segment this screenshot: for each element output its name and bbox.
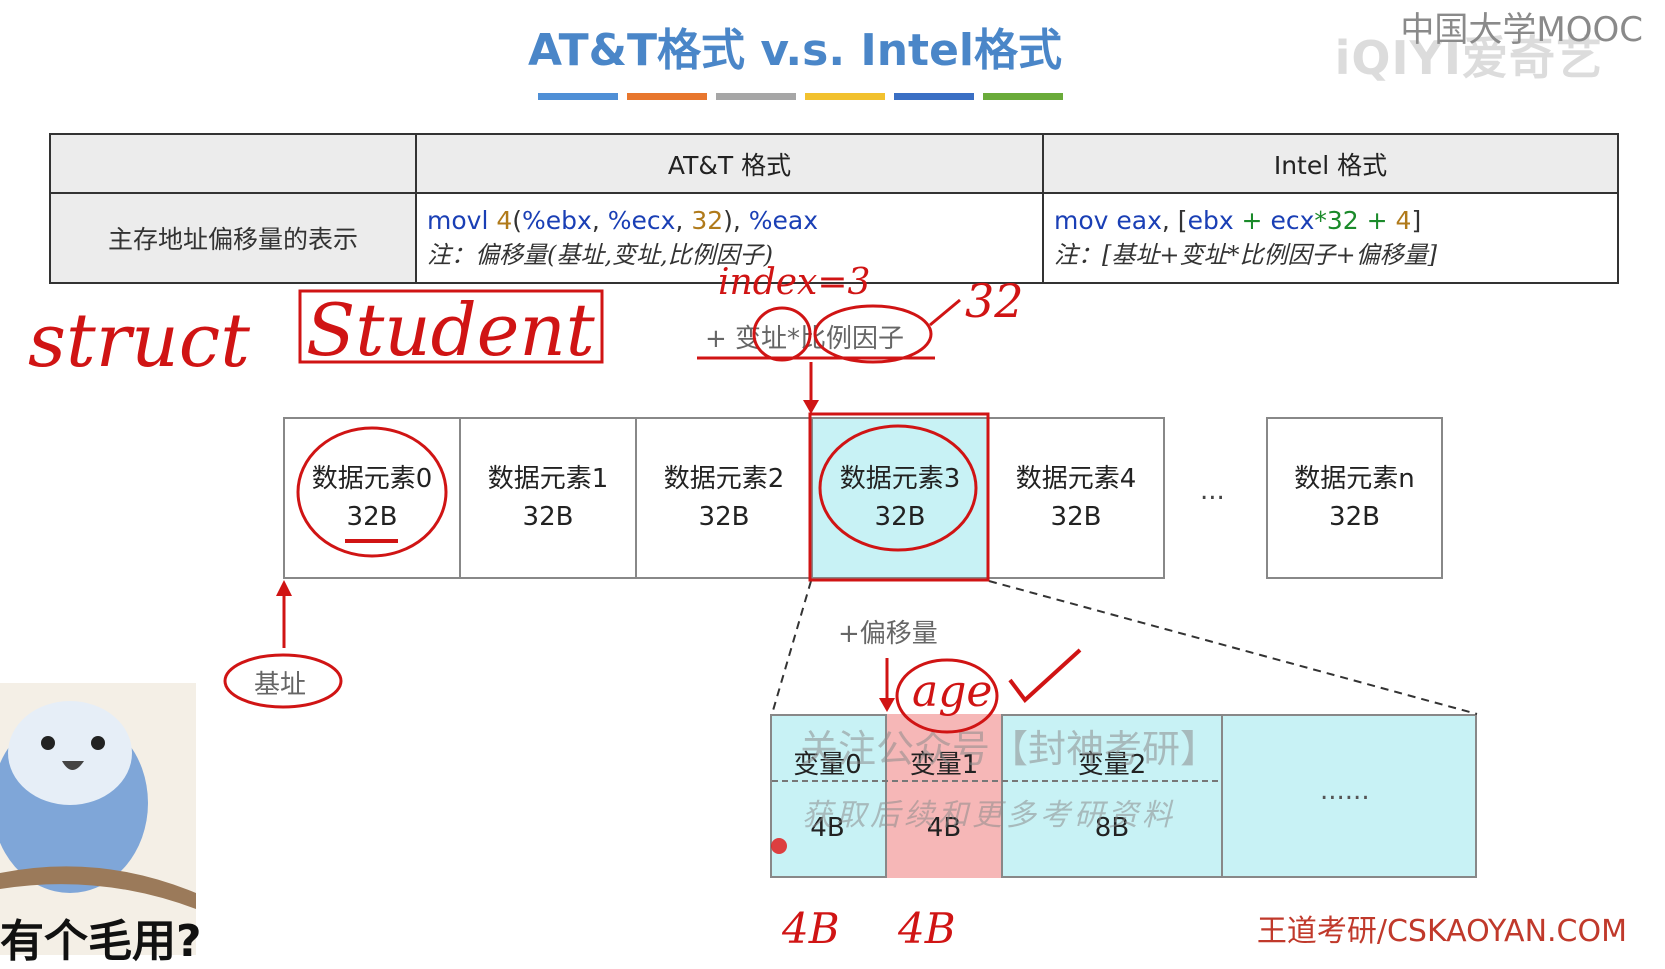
footer-brand: 王道考研/CSKAOYAN.COM bbox=[1256, 914, 1627, 949]
base-arrow-head bbox=[276, 580, 292, 596]
circle-scale bbox=[813, 304, 933, 364]
hand-student: Student bbox=[306, 288, 595, 372]
zoom-line-left bbox=[771, 580, 812, 715]
hand-size-var0: 4B bbox=[782, 904, 840, 953]
annotation-layer bbox=[223, 289, 1478, 854]
hand-index: index=3 bbox=[718, 262, 871, 303]
circle-element3 bbox=[818, 424, 978, 552]
offset-arrow-head bbox=[879, 698, 895, 712]
hand-scale: 32 bbox=[965, 274, 1024, 328]
circle-index bbox=[752, 306, 812, 362]
hand-struct: struct bbox=[28, 298, 250, 384]
element3-highlight bbox=[808, 412, 990, 582]
hand-size-var1: 4B bbox=[898, 904, 956, 953]
scale-arrow-line bbox=[929, 298, 961, 327]
video-subtitle: 有个毛用? bbox=[0, 916, 202, 967]
laser-dot bbox=[771, 838, 787, 854]
base-label: 基址 bbox=[254, 670, 307, 700]
index-arrow-head bbox=[803, 400, 819, 414]
circle-element0 bbox=[296, 426, 448, 558]
zoom-line-right bbox=[988, 580, 1478, 715]
hand-age: age bbox=[912, 666, 993, 717]
checkmark bbox=[1008, 648, 1082, 703]
